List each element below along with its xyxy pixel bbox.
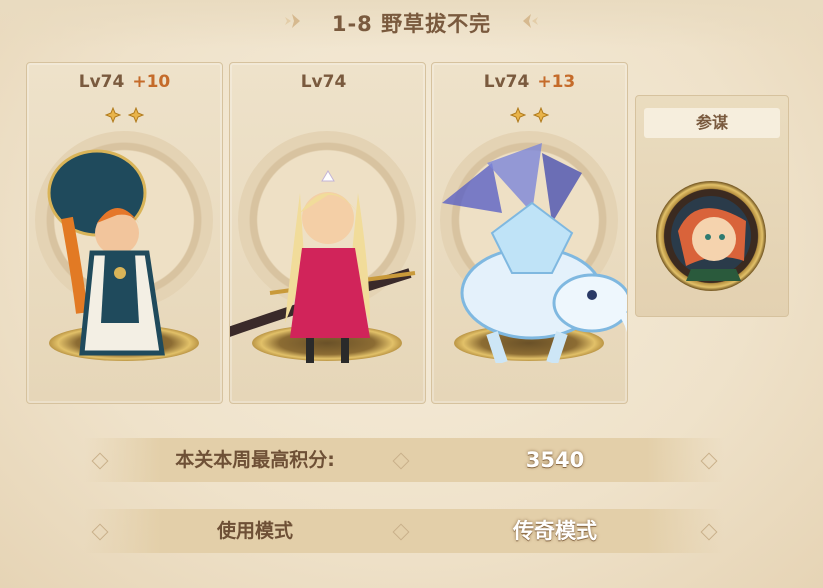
score-value: 3540: [525, 448, 585, 472]
advisor-panel[interactable]: 参谋: [635, 95, 789, 317]
right-ornament-icon: [523, 14, 538, 28]
card-footer: [27, 363, 222, 403]
hero-card-1[interactable]: Lv74 +10: [26, 62, 223, 404]
star-icon: [104, 106, 122, 124]
hero-level: Lv74: [300, 72, 347, 92]
hero-card-header: Lv74 +13: [432, 63, 627, 101]
hero-card-2[interactable]: Lv74: [229, 62, 426, 404]
hero-level: Lv74: [78, 72, 125, 92]
star-icon: [532, 106, 550, 124]
hero-bonus: +13: [537, 72, 576, 92]
ice-dragon-figure: [442, 143, 627, 363]
hero-level: Lv74: [483, 72, 530, 92]
mode-label: 使用模式: [216, 520, 293, 542]
mode-value[interactable]: 传奇模式: [410, 509, 700, 553]
star-icon: [127, 106, 145, 124]
advisor-label: 参谋: [644, 108, 780, 138]
advisor-avatar-icon: [671, 196, 751, 281]
advisor-portrait[interactable]: [656, 181, 766, 291]
stage-detail-screen: 1-8 野草拔不完 Lv74 +10 Lv74 Lv74 +13 参谋 本关本周…: [0, 0, 823, 588]
hero-bonus: +10: [132, 72, 171, 92]
hero-card-header: Lv74 +10: [27, 63, 222, 101]
hero-card-3[interactable]: Lv74 +13: [431, 62, 628, 404]
hero-lancer-figure: [230, 170, 416, 363]
hero-card-header: Lv74: [230, 63, 425, 101]
hero-umbrella-mage-figure: [47, 149, 165, 356]
stage-title: 1-8 野草拔不完: [331, 12, 492, 36]
score-label: 本关本周最高积分:: [175, 449, 335, 471]
star-icon: [509, 106, 527, 124]
